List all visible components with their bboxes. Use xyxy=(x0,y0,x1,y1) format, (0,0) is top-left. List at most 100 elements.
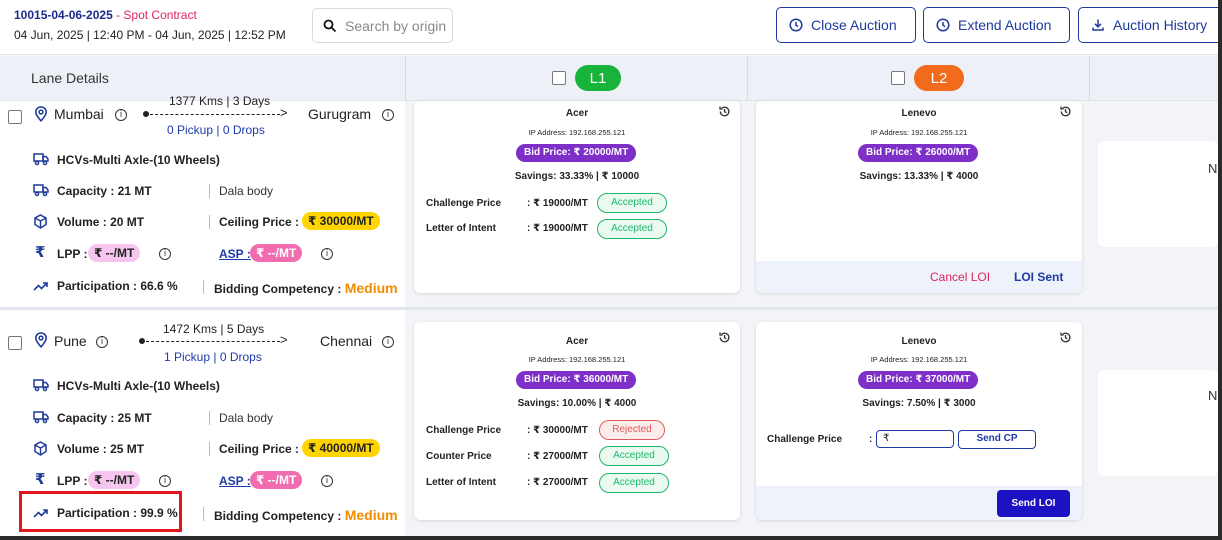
lane-details-panel: Pune i 1472 Kms | 5 Days > 1 Pickup | 0 … xyxy=(0,310,405,536)
status-badge: Accepted xyxy=(599,473,669,493)
auction-id: 10015-04-06-2025 xyxy=(14,8,113,22)
challenge-price-label: Challenge Price xyxy=(767,434,843,445)
bid-price-badge: Bid Price: ₹ 26000/MT xyxy=(858,144,979,162)
status-badge: Accepted xyxy=(597,219,667,239)
loi-value: : ₹ 27000/MT xyxy=(527,477,588,488)
asp-badge: ₹ --/MT xyxy=(250,471,303,489)
pickup-drops: 1 Pickup | 0 Drops xyxy=(164,350,262,364)
bid-card-l2: Lenevo IP Address: 192.168.255.121 Bid P… xyxy=(756,322,1082,520)
challenge-price-value: : ₹ 19000/MT xyxy=(527,198,588,209)
send-cp-button[interactable]: Send CP xyxy=(958,430,1036,449)
ceiling-price-label: Ceiling Price : xyxy=(219,442,300,456)
asp-badge: ₹ --/MT xyxy=(250,244,303,262)
l2-rank-badge: L2 xyxy=(914,65,964,91)
next-rank-card: N xyxy=(1098,141,1218,247)
location-pin-icon xyxy=(34,106,48,122)
bidding-competency: Bidding Competency : Medium xyxy=(214,507,398,523)
savings: Savings: 33.33% | ₹ 10000 xyxy=(514,171,640,182)
lane-row: Pune i 1472 Kms | 5 Days > 1 Pickup | 0 … xyxy=(0,310,1218,536)
truck-icon xyxy=(33,153,49,166)
l1-select-checkbox[interactable] xyxy=(552,71,566,85)
auction-history-button[interactable]: Auction History xyxy=(1078,7,1218,43)
bid-card-l2: Lenevo IP Address: 192.168.255.121 Bid P… xyxy=(756,101,1082,293)
history-icon[interactable] xyxy=(718,331,731,344)
vehicle-type: HCVs-Multi Axle-(10 Wheels) xyxy=(57,379,220,393)
history-icon[interactable] xyxy=(718,105,731,118)
next-rank-text: N xyxy=(1208,161,1218,176)
origin-city: Pune xyxy=(54,333,87,349)
divider xyxy=(203,280,204,294)
extend-auction-button[interactable]: Extend Auction xyxy=(923,7,1070,43)
vendor-name: Lenevo xyxy=(901,108,937,119)
challenge-price-input[interactable]: ₹ xyxy=(876,430,954,448)
lane-select-checkbox[interactable] xyxy=(8,110,22,124)
divider xyxy=(209,184,210,198)
lpp-badge: ₹ --/MT xyxy=(88,244,141,262)
info-icon[interactable]: i xyxy=(96,336,108,348)
lane-select-checkbox[interactable] xyxy=(8,336,22,350)
history-icon[interactable] xyxy=(1059,331,1072,344)
info-icon[interactable]: i xyxy=(159,475,171,487)
participation: Participation : 66.6 % xyxy=(57,279,178,293)
cube-icon xyxy=(34,441,47,456)
counter-price-label: Counter Price xyxy=(426,451,492,462)
page-header: 10015-04-06-2025 - Spot Contract 04 Jun,… xyxy=(0,0,1218,55)
search-icon xyxy=(323,19,337,32)
info-icon[interactable]: i xyxy=(321,475,333,487)
info-icon[interactable]: i xyxy=(321,248,333,260)
auction-history-label: Auction History xyxy=(1113,17,1208,33)
ceiling-price-label: Ceiling Price : xyxy=(219,215,300,229)
search-input[interactable] xyxy=(345,17,452,34)
card-footer: Send LOI xyxy=(756,486,1082,520)
ceiling-price-badge: ₹ 40000/MT xyxy=(302,439,380,457)
column-divider xyxy=(405,56,406,101)
challenge-price-value: : ₹ 30000/MT xyxy=(527,425,588,436)
lpp-label: LPP : xyxy=(57,474,88,488)
bid-card-l1: Acer IP Address: 192.168.255.121 Bid Pri… xyxy=(414,322,740,520)
cancel-loi-button[interactable]: Cancel LOI xyxy=(930,270,990,284)
lane-details-panel: Mumbai i 1377 Kms | 3 Days > 0 Pickup | … xyxy=(0,94,405,307)
history-icon[interactable] xyxy=(1059,105,1072,118)
search-box[interactable] xyxy=(312,8,453,43)
auction-type: - Spot Contract xyxy=(112,8,197,22)
vendor-name: Lenevo xyxy=(901,336,937,347)
info-icon[interactable]: i xyxy=(382,336,394,348)
challenge-price-label: Challenge Price xyxy=(426,198,502,209)
send-loi-button[interactable]: Send LOI xyxy=(997,490,1070,517)
download-icon xyxy=(1092,19,1104,31)
savings: Savings: 10.00% | ₹ 4000 xyxy=(517,398,637,409)
info-icon[interactable]: i xyxy=(115,109,127,121)
vendor-ip: IP Address: 192.168.255.121 xyxy=(870,355,968,364)
bid-card-l1: Acer IP Address: 192.168.255.121 Bid Pri… xyxy=(414,101,740,293)
truck-icon xyxy=(33,184,49,197)
loi-value: : ₹ 19000/MT xyxy=(527,223,588,234)
trending-up-icon xyxy=(33,282,48,291)
auction-title: 10015-04-06-2025 - Spot Contract xyxy=(14,8,197,22)
status-badge: Accepted xyxy=(599,446,669,466)
loi-label: Letter of Intent xyxy=(426,477,496,488)
info-icon[interactable]: i xyxy=(159,248,171,260)
l2-select-checkbox[interactable] xyxy=(891,71,905,85)
ceiling-price-badge: ₹ 30000/MT xyxy=(302,212,380,230)
column-divider xyxy=(747,56,748,101)
vendor-name: Acer xyxy=(565,336,589,347)
lpp-label: LPP : xyxy=(57,247,88,261)
info-icon[interactable]: i xyxy=(382,109,394,121)
divider xyxy=(209,215,210,229)
asp-link[interactable]: ASP : xyxy=(219,474,251,488)
bid-price-badge: Bid Price: ₹ 20000/MT xyxy=(516,144,637,162)
vendor-ip: IP Address: 192.168.255.121 xyxy=(528,355,626,364)
divider xyxy=(209,442,210,456)
route-start-dot xyxy=(139,338,145,344)
asp-link[interactable]: ASP : xyxy=(219,247,251,261)
loi-sent-status: LOI Sent xyxy=(1014,270,1064,284)
lane-row: Mumbai i 1377 Kms | 3 Days > 0 Pickup | … xyxy=(0,94,1218,307)
body-type: Dala body xyxy=(219,411,274,425)
close-auction-button[interactable]: Close Auction xyxy=(776,7,916,43)
auction-time-range: 04 Jun, 2025 | 12:40 PM - 04 Jun, 2025 |… xyxy=(14,28,286,42)
lpp-badge: ₹ --/MT xyxy=(88,471,141,489)
destination-city: Chennai xyxy=(320,333,373,349)
participation-highlight-box xyxy=(19,491,182,532)
divider xyxy=(209,411,210,425)
savings: Savings: 7.50% | ₹ 3000 xyxy=(862,398,976,409)
